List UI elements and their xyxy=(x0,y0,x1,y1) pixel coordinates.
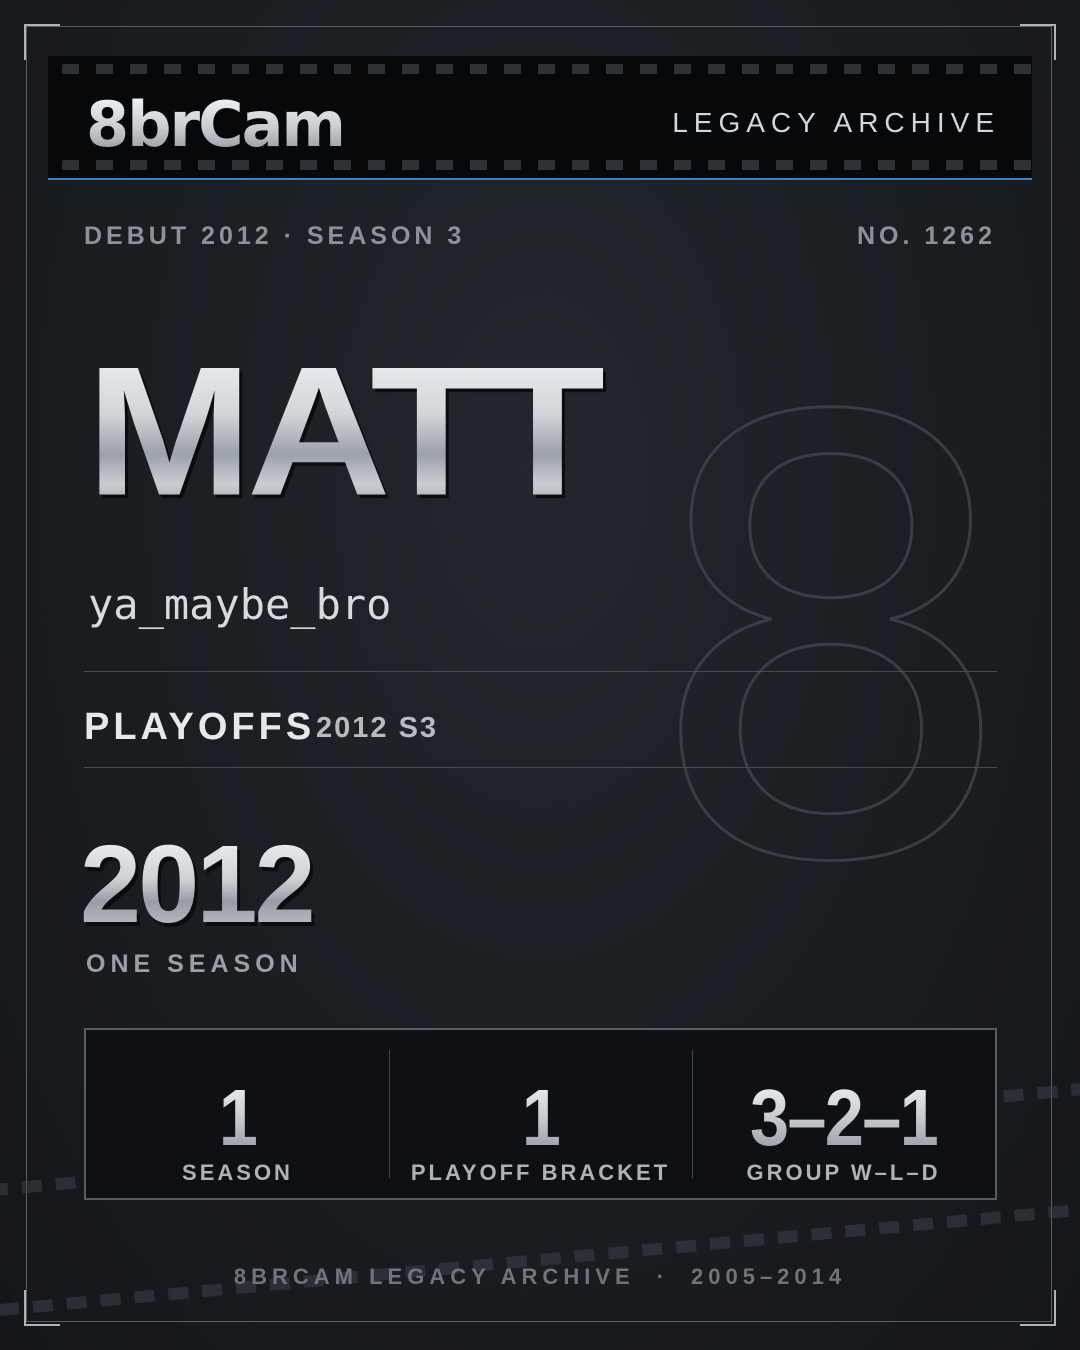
corner-bracket-top-right xyxy=(1020,24,1056,60)
player-handle: ya_maybe_bro xyxy=(88,580,392,629)
corner-bracket-top-left xyxy=(24,24,60,60)
background-number: 8 xyxy=(639,295,1024,994)
film-perforations-top xyxy=(62,64,1032,74)
player-name: MATT xyxy=(86,328,609,535)
stat-value: 1 xyxy=(104,1078,371,1158)
footer-archive-name: 8BRCAM LEGACY ARCHIVE xyxy=(233,1264,635,1289)
corner-bracket-bottom-right xyxy=(1020,1290,1056,1326)
stat-seasons: 1 SEASON xyxy=(86,1030,389,1198)
stat-label: GROUP W–L–D xyxy=(746,1160,941,1185)
header-film-strip: 8brCam LEGACY ARCHIVE xyxy=(48,56,1032,180)
stat-value: 3–2–1 xyxy=(710,1078,977,1158)
stat-label: SEASON xyxy=(182,1160,293,1185)
stat-playoff-brackets: 1 PLAYOFF BRACKET xyxy=(389,1030,692,1198)
footer-years: 2005–2014 xyxy=(691,1264,847,1289)
divider xyxy=(84,767,997,768)
divider xyxy=(84,671,997,672)
footer: 8BRCAM LEGACY ARCHIVE · 2005–2014 xyxy=(0,1264,1080,1290)
film-perforations-bottom xyxy=(62,160,1032,170)
stat-label: PLAYOFF BRACKET xyxy=(410,1160,671,1185)
tenure-label: ONE SEASON xyxy=(86,950,303,978)
card-number: NO. 1262 xyxy=(856,222,996,250)
achievement-title: PLAYOFFS xyxy=(84,706,316,748)
tenure-year: 2012 xyxy=(80,823,316,946)
stat-value: 1 xyxy=(407,1078,674,1158)
footer-separator: · xyxy=(656,1264,669,1289)
archive-title: LEGACY ARCHIVE xyxy=(672,107,1000,138)
debut-info: DEBUT 2012 · SEASON 3 xyxy=(84,222,466,250)
achievement-detail: 2012 S3 xyxy=(316,712,439,744)
stat-group-record: 3–2–1 GROUP W–L–D xyxy=(692,1030,995,1198)
brand-logo: 8brCam xyxy=(86,88,346,161)
stats-panel: 1 SEASON 1 PLAYOFF BRACKET 3–2–1 GROUP W… xyxy=(84,1028,997,1200)
